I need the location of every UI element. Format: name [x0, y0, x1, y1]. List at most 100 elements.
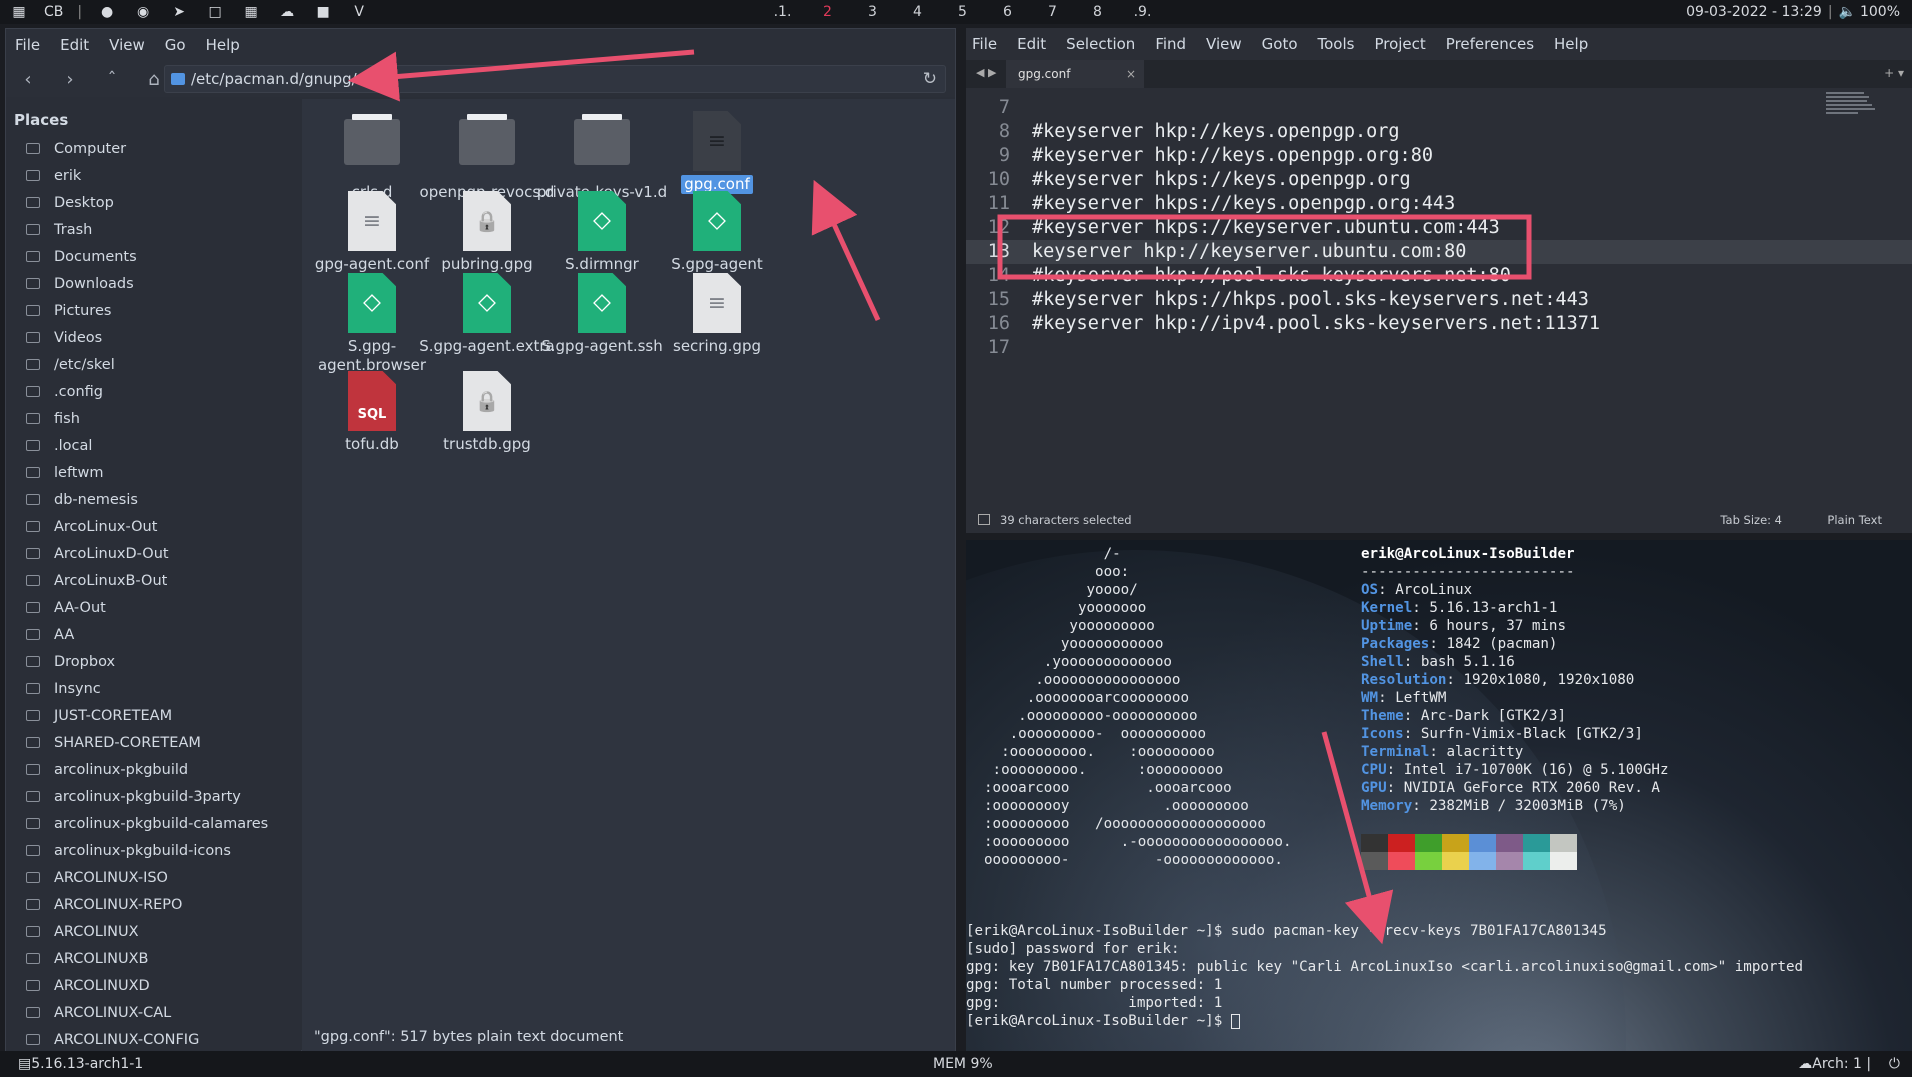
tab-gpg-conf[interactable]: gpg.conf × — [1006, 60, 1144, 88]
place-item[interactable]: arcolinux-pkgbuild-icons — [6, 837, 301, 864]
code-area[interactable]: 7 8 #keyserver hkp://keys.openpgp.org 9 #key… — [966, 88, 1912, 506]
place-item[interactable]: JUST-CORETEAM — [6, 702, 301, 729]
ascii-line: yooooooo — [984, 600, 1147, 616]
fm-menu-view[interactable]: View — [109, 36, 145, 54]
info-value: ArcoLinux — [1395, 582, 1473, 598]
ascii-line: :ooooooooo. :ooooooooo — [984, 744, 1215, 760]
workspace-9[interactable]: .9. — [1120, 4, 1165, 20]
place-item[interactable]: ARCOLINUXB — [6, 945, 301, 972]
place-item[interactable]: ArcoLinuxB-Out — [6, 567, 301, 594]
editor-menu-goto[interactable]: Goto — [1262, 35, 1298, 53]
place-item[interactable]: Dropbox — [6, 648, 301, 675]
workspace-5[interactable]: 5 — [940, 4, 985, 20]
workspace-8[interactable]: 8 — [1075, 4, 1120, 20]
place-item[interactable]: fish — [6, 405, 301, 432]
reload-icon[interactable]: ↻ — [923, 69, 937, 89]
file-item[interactable]: ⬦ S.gpg-agent — [647, 191, 787, 274]
place-item[interactable]: ARCOLINUX-CAL — [6, 999, 301, 1026]
workspace-4[interactable]: 4 — [895, 4, 940, 20]
firefox-icon[interactable]: ● — [96, 4, 118, 20]
location-bar[interactable]: /etc/pacman.d/gnupg/ ↻ — [164, 65, 946, 93]
place-item[interactable]: arcolinux-pkgbuild-3party — [6, 783, 301, 810]
place-item[interactable]: .config — [6, 378, 301, 405]
folder-icon — [26, 656, 40, 667]
place-item[interactable]: db-nemesis — [6, 486, 301, 513]
workspace-2[interactable]: 2 — [805, 4, 850, 20]
place-item[interactable]: .local — [6, 432, 301, 459]
tab-size[interactable]: Tab Size: 4 — [1720, 513, 1782, 527]
folder-icon — [26, 764, 40, 775]
tab-nav-icon[interactable]: ◀ ▶ — [976, 66, 996, 79]
tab-controls-icon[interactable]: + ▾ — [1884, 66, 1904, 80]
panel-toggle-icon[interactable] — [978, 514, 990, 525]
prompt-line[interactable]: [erik@ArcoLinux-IsoBuilder ~]$ — [966, 1012, 1803, 1030]
terminal-window[interactable]: /- ooo: yoooo/ yooooooo yooooooooo yoooo… — [966, 540, 1912, 1051]
camera-icon[interactable]: ■ — [312, 4, 334, 20]
place-item[interactable]: ARCOLINUXD — [6, 972, 301, 999]
workspace-7[interactable]: 7 — [1030, 4, 1075, 20]
place-item[interactable]: erik — [6, 162, 301, 189]
editor-menu-find[interactable]: Find — [1155, 35, 1186, 53]
launcher-label[interactable]: CB — [44, 4, 63, 20]
place-item[interactable]: Documents — [6, 243, 301, 270]
workspace-6[interactable]: 6 — [985, 4, 1030, 20]
place-item[interactable]: ArcoLinuxD-Out — [6, 540, 301, 567]
fm-menu-file[interactable]: File — [15, 36, 40, 54]
place-item[interactable]: Desktop — [6, 189, 301, 216]
grid-menu-icon[interactable]: ▦ — [8, 4, 30, 20]
app-icon[interactable]: ◉ — [132, 4, 154, 20]
place-item[interactable]: AA — [6, 621, 301, 648]
place-item[interactable]: ArcoLinux-Out — [6, 513, 301, 540]
place-item[interactable]: ARCOLINUX-REPO — [6, 891, 301, 918]
fm-menu-go[interactable]: Go — [165, 36, 186, 54]
calendar-icon[interactable]: ▦ — [240, 4, 262, 20]
home-icon[interactable]: ⌂ — [142, 69, 166, 90]
minimap[interactable] — [1826, 92, 1880, 124]
editor-menu-tools[interactable]: Tools — [1318, 35, 1355, 53]
place-item[interactable]: ARCOLINUX-CONFIG — [6, 1026, 301, 1053]
place-item[interactable]: Videos — [6, 324, 301, 351]
editor-menu-help[interactable]: Help — [1554, 35, 1588, 53]
forward-icon[interactable]: › — [58, 69, 82, 90]
editor-menu-file[interactable]: File — [972, 35, 997, 53]
place-item[interactable]: Trash — [6, 216, 301, 243]
back-icon[interactable]: ‹ — [16, 69, 40, 90]
place-item[interactable]: ARCOLINUX — [6, 918, 301, 945]
place-item[interactable]: /etc/skel — [6, 351, 301, 378]
editor-menu-selection[interactable]: Selection — [1066, 35, 1135, 53]
place-item[interactable]: Downloads — [6, 270, 301, 297]
vivaldi-icon[interactable]: V — [348, 4, 370, 20]
place-item[interactable]: Pictures — [6, 297, 301, 324]
place-label: arcolinux-pkgbuild-calamares — [54, 815, 269, 832]
place-item[interactable]: arcolinux-pkgbuild-calamares — [6, 810, 301, 837]
volume-icon[interactable]: 🔈 — [1839, 4, 1856, 20]
place-item[interactable]: Insync — [6, 675, 301, 702]
editor-menu-view[interactable]: View — [1206, 35, 1242, 53]
place-item[interactable]: AA-Out — [6, 594, 301, 621]
workspace-3[interactable]: 3 — [850, 4, 895, 20]
place-item[interactable]: SHARED-CORETEAM — [6, 729, 301, 756]
editor-menu-preferences[interactable]: Preferences — [1446, 35, 1534, 53]
editor-menu-edit[interactable]: Edit — [1017, 35, 1046, 53]
place-item[interactable]: leftwm — [6, 459, 301, 486]
file-item[interactable]: ≡ secring.gpg — [647, 273, 787, 356]
close-icon[interactable]: × — [1126, 67, 1136, 81]
file-item[interactable]: 🔒 trustdb.gpg — [417, 371, 557, 454]
telegram-icon[interactable]: ➤ — [168, 4, 190, 20]
fm-menu-help[interactable]: Help — [206, 36, 240, 54]
place-item[interactable]: ARCOLINUX-ISO — [6, 864, 301, 891]
file-item[interactable]: ≡ gpg.conf — [647, 111, 787, 194]
file-grid: crls.dopenpgp-revocs.dprivate-keys-v1.d≡… — [302, 99, 955, 1051]
place-item[interactable]: Computer — [6, 135, 301, 162]
editor-menu-project[interactable]: Project — [1374, 35, 1425, 53]
fm-menu-edit[interactable]: Edit — [60, 36, 89, 54]
syntax-mode[interactable]: Plain Text — [1827, 513, 1882, 527]
screenshot-icon[interactable]: □ — [204, 4, 226, 20]
place-label: ARCOLINUX-ISO — [54, 869, 168, 886]
place-item[interactable]: arcolinux-pkgbuild — [6, 756, 301, 783]
cloud-icon[interactable]: ☁ — [276, 4, 298, 20]
ascii-line: :ooooooooo. :ooooooooo — [984, 762, 1224, 778]
up-icon[interactable]: ˆ — [100, 69, 124, 90]
folder-icon — [26, 359, 40, 370]
workspace-1[interactable]: .1. — [760, 4, 805, 20]
